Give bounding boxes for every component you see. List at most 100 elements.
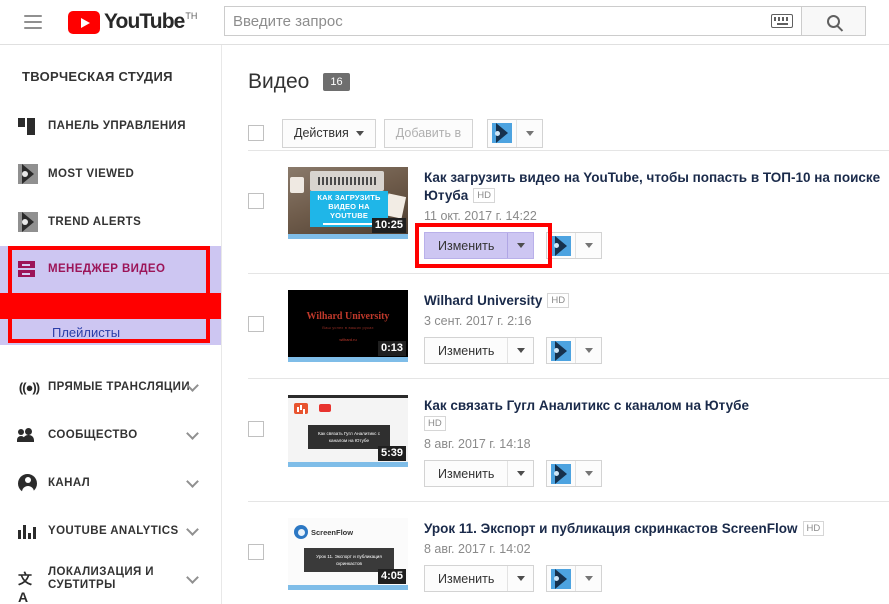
- thumbnail-line: ВИДЕО НА: [328, 202, 370, 211]
- tubebuddy-icon[interactable]: [547, 461, 575, 486]
- tubebuddy-dropdown-button[interactable]: [575, 566, 601, 591]
- video-date: 8 авг. 2017 г. 14:02: [424, 542, 531, 556]
- hd-badge: HD: [802, 521, 825, 536]
- hd-badge: HD: [424, 416, 446, 431]
- edit-button[interactable]: Изменить: [425, 338, 507, 363]
- video-meta: Урок 11. Экспорт и публикация скринкасто…: [424, 518, 889, 592]
- chevron-down-icon: [584, 243, 593, 248]
- video-thumbnail[interactable]: ScreenFlow Урок 11. Экспорт и публикация…: [288, 518, 408, 590]
- tubebuddy-icon: [18, 212, 44, 232]
- select-all-checkbox[interactable]: [248, 125, 264, 141]
- add-to-button-label: Добавить в: [395, 126, 462, 140]
- edit-dropdown-button[interactable]: [507, 461, 533, 486]
- sidebar-item-label: ЛОКАЛИЗАЦИЯ И СУБТИТРЫ: [48, 566, 154, 591]
- video-date: 11 окт. 2017 г. 14:22: [424, 209, 537, 223]
- edit-button[interactable]: Изменить: [425, 233, 507, 258]
- tubebuddy-icon[interactable]: [488, 120, 516, 147]
- video-thumbnail[interactable]: Wilhard University Ваш успех в ваших рук…: [288, 290, 408, 362]
- sidebar-item-channel[interactable]: КАНАЛ: [0, 459, 221, 507]
- sidebar-item-label: YOUTUBE ANALYTICS: [48, 524, 179, 537]
- edit-button[interactable]: Изменить: [425, 461, 507, 486]
- chevron-down-icon: [516, 576, 525, 581]
- video-select-checkbox[interactable]: [248, 544, 264, 560]
- video-title[interactable]: Как связать Гугл Аналитикс с каналом на …: [424, 398, 749, 413]
- thumbnail-line: YOUTUBE: [329, 211, 369, 220]
- chevron-down-icon[interactable]: [186, 426, 199, 440]
- tubebuddy-dropdown-button[interactable]: [575, 461, 601, 486]
- video-title[interactable]: Урок 11. Экспорт и публикация скринкасто…: [424, 521, 798, 536]
- video-date: 3 сент. 2017 г. 2:16: [424, 314, 532, 328]
- live-broadcast-icon: ((●)): [18, 379, 40, 395]
- video-duration: 5:39: [377, 446, 406, 461]
- tubebuddy-dropdown-button[interactable]: [575, 338, 601, 363]
- video-actions: Изменить: [415, 223, 889, 268]
- edit-dropdown-button[interactable]: [507, 338, 533, 363]
- community-icon: [17, 428, 44, 442]
- youtube-creator-studio-page: YouTube TH Введите запрос ТВОРЧЕСКАЯ СТУ…: [0, 0, 889, 604]
- chevron-down-icon: [584, 576, 593, 581]
- tubebuddy-icon[interactable]: [547, 338, 575, 363]
- actions-button[interactable]: Действия: [282, 118, 376, 148]
- chevron-down-icon: [584, 471, 593, 476]
- video-actions: Изменить: [424, 460, 889, 487]
- watch-progress-bar: [288, 462, 408, 467]
- chevron-down-icon: [516, 348, 525, 353]
- tubebuddy-icon[interactable]: [547, 233, 575, 258]
- watch-progress-bar: [288, 234, 408, 239]
- sidebar-item-trend-alerts[interactable]: TREND ALERTS: [0, 198, 221, 246]
- watch-progress-bar: [288, 357, 408, 362]
- edit-button-group: Изменить: [424, 565, 535, 592]
- sidebar-subitem-playlists[interactable]: Плейлисты: [0, 319, 221, 345]
- hamburger-icon[interactable]: [24, 13, 44, 31]
- thumbnail-brand: ScreenFlow: [311, 527, 354, 537]
- video-date: 8 авг. 2017 г. 14:18: [424, 437, 531, 451]
- tubebuddy-dropdown-button[interactable]: [575, 233, 601, 258]
- search-input[interactable]: Введите запрос: [224, 6, 802, 36]
- red-highlight-strip: [0, 293, 221, 319]
- tubebuddy-row-group: [546, 565, 603, 592]
- search-button[interactable]: [802, 6, 866, 36]
- hd-badge: HD: [547, 293, 570, 308]
- main-content: Видео 16 Действия Добавить в КАК ЗАГРУЗИ…: [222, 45, 889, 604]
- chevron-down-icon[interactable]: [186, 570, 199, 584]
- video-actions: Изменить: [424, 337, 889, 364]
- video-thumbnail[interactable]: КАК ЗАГРУЗИТЬ ВИДЕО НА YOUTUBE 10:25: [288, 167, 408, 239]
- youtube-play-icon: [68, 11, 100, 34]
- sidebar-item-localization-subtitles[interactable]: 文A ЛОКАЛИЗАЦИЯ И СУБТИТРЫ: [0, 555, 221, 604]
- video-count-badge: 16: [323, 73, 350, 91]
- video-select-checkbox[interactable]: [248, 193, 264, 209]
- chevron-down-icon: [525, 130, 534, 136]
- youtube-logo-country: TH: [185, 11, 198, 21]
- chevron-down-icon: [516, 243, 525, 248]
- sidebar-item-video-manager[interactable]: МЕНЕДЖЕР ВИДЕО: [0, 246, 221, 293]
- dashboard-icon: [18, 117, 44, 135]
- keyboard-icon[interactable]: [771, 14, 793, 28]
- sidebar-item-most-viewed[interactable]: MOST VIEWED: [0, 150, 221, 198]
- edit-button[interactable]: Изменить: [425, 566, 507, 591]
- tubebuddy-dropdown-button[interactable]: [516, 119, 542, 147]
- search-input-value: Введите запрос: [233, 12, 343, 30]
- video-select-checkbox[interactable]: [248, 421, 264, 437]
- edit-dropdown-button[interactable]: [507, 566, 533, 591]
- sidebar-item-community[interactable]: СООБЩЕСТВО: [0, 411, 221, 459]
- add-to-button[interactable]: Добавить в: [383, 118, 474, 148]
- youtube-logo[interactable]: YouTube TH: [68, 10, 197, 34]
- search-icon: [827, 14, 840, 28]
- sidebar-item-live-streaming[interactable]: ((●)) ПРЯМЫЕ ТРАНСЛЯЦИИ: [0, 363, 221, 411]
- video-title[interactable]: Wilhard University: [424, 293, 542, 308]
- chevron-down-icon[interactable]: [186, 474, 199, 488]
- sidebar-item-analytics[interactable]: YOUTUBE ANALYTICS: [0, 507, 221, 555]
- video-select-checkbox[interactable]: [248, 316, 264, 332]
- edit-dropdown-button[interactable]: [507, 233, 533, 258]
- sidebar-item-dashboard[interactable]: ПАНЕЛЬ УПРАВЛЕНИЯ: [0, 102, 221, 150]
- tubebuddy-icon[interactable]: [547, 566, 575, 591]
- chevron-down-icon: [516, 471, 525, 476]
- video-thumbnail[interactable]: Как связать Гугл Аналитикс с каналом на …: [288, 395, 408, 467]
- video-duration: 10:25: [371, 218, 406, 233]
- thumbnail-brand: [318, 404, 331, 412]
- tubebuddy-icon: [18, 164, 44, 184]
- page-header: Видео 16: [222, 45, 889, 94]
- page-title: Видео: [248, 70, 310, 93]
- chevron-down-icon[interactable]: [186, 522, 199, 536]
- tubebuddy-row-group: [546, 337, 603, 364]
